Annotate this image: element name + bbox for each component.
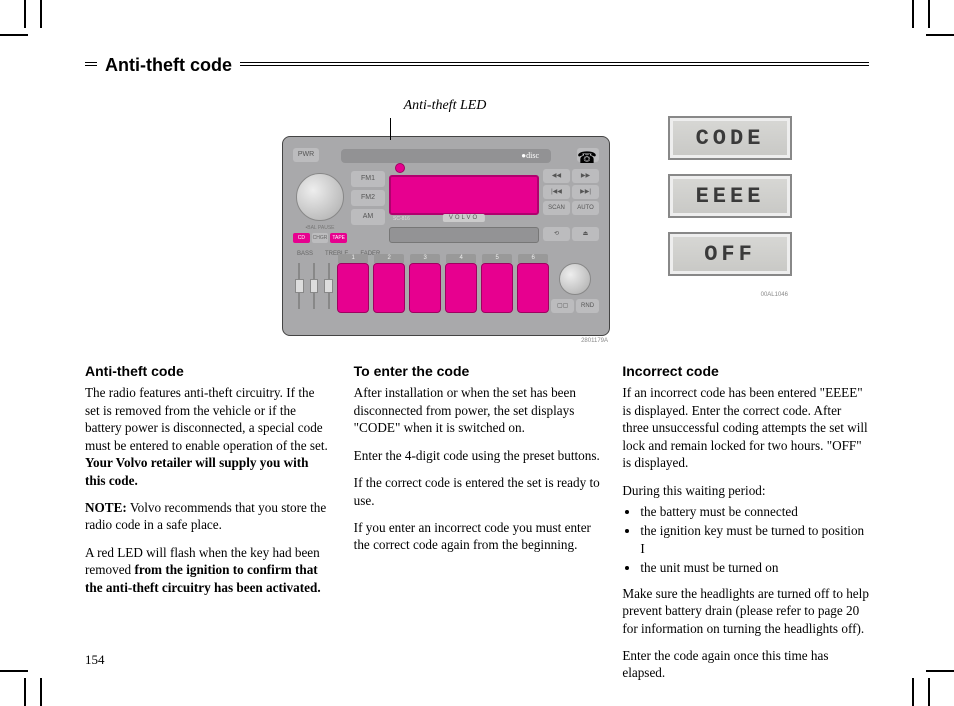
bass-slider: [293, 259, 306, 313]
column-anti-theft: Anti-theft code The radio features anti-…: [85, 362, 332, 692]
band-stack: FM1 FM2 AM: [351, 169, 385, 245]
treble-slider: [308, 259, 321, 313]
cassette-slot: [389, 227, 539, 243]
led-pointer-line: [390, 118, 391, 140]
left-knob-area: •BAL PAUSE CD CHGR TAPE: [293, 169, 347, 245]
preset-5: 5: [481, 263, 513, 313]
am-button: AM: [351, 209, 385, 225]
auto-button: AUTO: [572, 201, 599, 215]
chgr-button: CHGR: [312, 233, 329, 243]
col1-p1: The radio features anti-theft circuitry.…: [85, 384, 332, 489]
right-controls: ◀◀▶▶ |◀◀▶▶| SCANAUTO ⟲: [543, 169, 599, 245]
cd-button: CD: [293, 233, 310, 243]
col3-bullets: the battery must be connected the igniti…: [622, 503, 869, 577]
model-number: SC-816: [393, 216, 410, 222]
col1-heading: Anti-theft code: [85, 362, 332, 380]
seek-up-icon: ▶▶: [572, 169, 599, 183]
column-incorrect-code: Incorrect code If an incorrect code has …: [622, 362, 869, 692]
prev-track-icon: |◀◀: [543, 185, 570, 199]
right-knob-area: ▢▢ RND: [551, 263, 599, 313]
disc-logo-icon: ●disc: [521, 151, 539, 160]
col3-heading: Incorrect code: [622, 362, 869, 380]
col1-note: NOTE: Volvo recommends that you store th…: [85, 499, 332, 534]
phone-icon: ☎: [577, 148, 599, 162]
figure-caption-lcd: 00AL1046: [668, 292, 788, 298]
next-track-icon: ▶▶|: [572, 185, 599, 199]
volume-knob-icon: [296, 173, 344, 221]
rnd-button: RND: [576, 299, 599, 313]
title-bar: Anti-theft code: [85, 55, 869, 76]
bullet-2: the ignition key must be turned to posit…: [640, 522, 869, 557]
col2-heading: To enter the code: [354, 362, 601, 380]
bottom-row: BASS TREBLE FADER 1 2 3: [293, 251, 599, 313]
column-enter-code: To enter the code After installation or …: [354, 362, 601, 692]
display-area: SC-816 VOLVO: [389, 169, 539, 245]
eject-icon: [572, 227, 599, 241]
col2-p1: After installation or when the set has b…: [354, 384, 601, 436]
lcd-code: CODE: [668, 116, 792, 160]
radio-display: [389, 175, 539, 215]
knob-sublabel: •BAL PAUSE: [293, 225, 347, 231]
pwr-button: PWR: [293, 148, 319, 162]
fm2-button: FM2: [351, 190, 385, 206]
preset-1: 1: [337, 263, 369, 313]
text-columns: Anti-theft code The radio features anti-…: [85, 362, 869, 692]
seek-down-icon: ◀◀: [543, 169, 570, 183]
figure-area: Anti-theft LED PWR ●disc ☎ •BAL PAUSE: [85, 98, 869, 344]
preset-3: 3: [409, 263, 441, 313]
col2-p3: If the correct code is entered the set i…: [354, 474, 601, 509]
col2-p4: If you enter an incorrect code you must …: [354, 519, 601, 554]
preset-4: 4: [445, 263, 477, 313]
anti-theft-led-icon: [395, 163, 405, 173]
scan-button: SCAN: [543, 201, 570, 215]
radio-body: PWR ●disc ☎ •BAL PAUSE CD CHGR TAPE: [282, 136, 610, 336]
radio-diagram: Anti-theft LED PWR ●disc ☎ •BAL PAUSE: [282, 98, 608, 344]
preset-2: 2: [373, 263, 405, 313]
dolby-icon: ▢▢: [551, 299, 574, 313]
led-label: Anti-theft LED: [282, 98, 608, 114]
bass-label: BASS: [297, 251, 313, 257]
lcd-stack: CODE EEEE OFF 00AL1046: [668, 116, 792, 298]
preset-6: 6: [517, 263, 549, 313]
tune-knob-icon: [559, 263, 591, 295]
col3-p3: Make sure the headlights are turned off …: [622, 585, 869, 637]
cd-slot: ●disc: [341, 149, 551, 163]
figure-caption-main: 2801179A: [282, 338, 608, 344]
bullet-3: the unit must be turned on: [640, 559, 869, 576]
page-content: Anti-theft code Anti-theft LED PWR ●disc…: [85, 55, 869, 666]
volvo-badge: VOLVO: [443, 214, 485, 222]
page-number: 154: [85, 652, 105, 668]
title-rule-left: [85, 65, 97, 66]
bullet-1: the battery must be connected: [640, 503, 869, 520]
col2-p2: Enter the 4-digit code using the preset …: [354, 447, 601, 464]
col1-p3: A red LED will flash when the key had be…: [85, 544, 332, 596]
title-rule-right: [240, 65, 869, 66]
tape-button: TAPE: [330, 233, 347, 243]
col3-p4: Enter the code again once this time has …: [622, 647, 869, 682]
col3-p1: If an incorrect code has been entered "E…: [622, 384, 869, 471]
lcd-eeee: EEEE: [668, 174, 792, 218]
fader-slider: [322, 259, 335, 313]
lcd-off: OFF: [668, 232, 792, 276]
page-title: Anti-theft code: [105, 55, 232, 76]
fm1-button: FM1: [351, 171, 385, 187]
preset-group: 1 2 3 4 5 6: [337, 263, 549, 313]
col3-p2: During this waiting period:: [622, 482, 869, 499]
reverse-icon: ⟲: [543, 227, 570, 241]
